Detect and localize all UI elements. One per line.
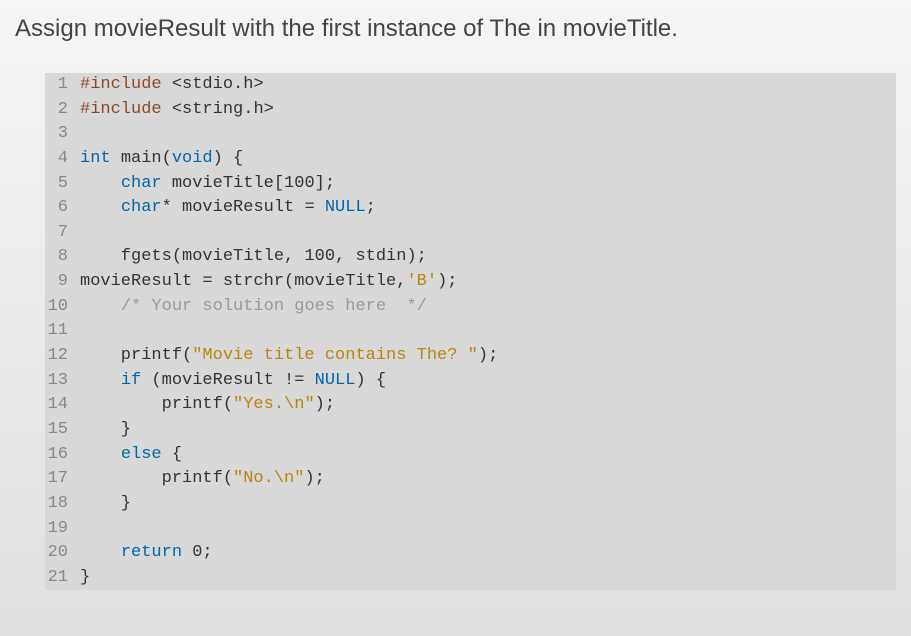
code-line[interactable]: 21} <box>45 566 896 591</box>
line-number: 19 <box>45 517 80 542</box>
line-content[interactable]: if (movieResult != NULL) { <box>80 369 386 394</box>
line-number: 3 <box>45 122 80 147</box>
line-content[interactable]: printf("No.\n"); <box>80 467 325 492</box>
code-line[interactable]: 12 printf("Movie title contains The? "); <box>45 344 896 369</box>
code-line[interactable]: 11 <box>45 319 896 344</box>
code-line[interactable]: 5 char movieTitle[100]; <box>45 172 896 197</box>
line-number: 11 <box>45 319 80 344</box>
line-content[interactable]: } <box>80 492 131 517</box>
line-content[interactable]: } <box>80 566 90 591</box>
line-content[interactable]: fgets(movieTitle, 100, stdin); <box>80 245 427 270</box>
line-number: 17 <box>45 467 80 492</box>
line-content[interactable]: char movieTitle[100]; <box>80 172 335 197</box>
line-number: 14 <box>45 393 80 418</box>
code-line[interactable]: 4int main(void) { <box>45 147 896 172</box>
line-content[interactable]: printf("Yes.\n"); <box>80 393 335 418</box>
line-number: 4 <box>45 147 80 172</box>
code-line[interactable]: 3 <box>45 122 896 147</box>
code-line[interactable]: 6 char* movieResult = NULL; <box>45 196 896 221</box>
code-line[interactable]: 18 } <box>45 492 896 517</box>
line-content[interactable]: int main(void) { <box>80 147 243 172</box>
line-number: 8 <box>45 245 80 270</box>
line-number: 1 <box>45 73 80 98</box>
code-line[interactable]: 20 return 0; <box>45 541 896 566</box>
code-line[interactable]: 7 <box>45 221 896 246</box>
code-line[interactable]: 14 printf("Yes.\n"); <box>45 393 896 418</box>
main-container: Assign movieResult with the first instan… <box>0 0 911 636</box>
line-number: 21 <box>45 566 80 591</box>
line-number: 7 <box>45 221 80 246</box>
line-content[interactable]: /* Your solution goes here */ <box>80 295 427 320</box>
line-content[interactable]: } <box>80 418 131 443</box>
line-number: 16 <box>45 443 80 468</box>
code-line[interactable]: 8 fgets(movieTitle, 100, stdin); <box>45 245 896 270</box>
line-number: 13 <box>45 369 80 394</box>
line-number: 5 <box>45 172 80 197</box>
line-content[interactable]: char* movieResult = NULL; <box>80 196 376 221</box>
line-number: 18 <box>45 492 80 517</box>
code-line[interactable]: 9movieResult = strchr(movieTitle,'B'); <box>45 270 896 295</box>
line-content[interactable]: #include <string.h> <box>80 98 274 123</box>
code-editor[interactable]: 1#include <stdio.h>2#include <string.h>3… <box>45 73 896 590</box>
line-content[interactable]: movieResult = strchr(movieTitle,'B'); <box>80 270 457 295</box>
code-line[interactable]: 19 <box>45 517 896 542</box>
code-line[interactable]: 1#include <stdio.h> <box>45 73 896 98</box>
line-content[interactable]: else { <box>80 443 182 468</box>
line-number: 2 <box>45 98 80 123</box>
line-content[interactable]: #include <stdio.h> <box>80 73 264 98</box>
code-line[interactable]: 13 if (movieResult != NULL) { <box>45 369 896 394</box>
code-line[interactable]: 15 } <box>45 418 896 443</box>
code-line[interactable]: 16 else { <box>45 443 896 468</box>
line-number: 6 <box>45 196 80 221</box>
line-number: 15 <box>45 418 80 443</box>
line-number: 12 <box>45 344 80 369</box>
code-line[interactable]: 2#include <string.h> <box>45 98 896 123</box>
line-number: 9 <box>45 270 80 295</box>
code-line[interactable]: 17 printf("No.\n"); <box>45 467 896 492</box>
line-number: 20 <box>45 541 80 566</box>
code-line[interactable]: 10 /* Your solution goes here */ <box>45 295 896 320</box>
line-content[interactable]: printf("Movie title contains The? "); <box>80 344 498 369</box>
instruction-text: Assign movieResult with the first instan… <box>15 10 896 48</box>
line-number: 10 <box>45 295 80 320</box>
line-content[interactable]: return 0; <box>80 541 213 566</box>
